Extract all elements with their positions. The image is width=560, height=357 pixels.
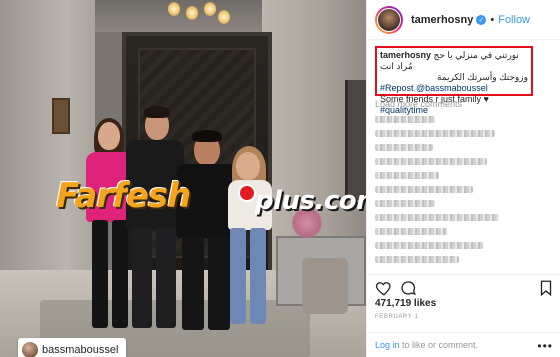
tagged-user-chip[interactable]: bassmaboussel xyxy=(18,338,127,357)
verified-badge-icon: ✓ xyxy=(476,14,487,25)
wall-mirror xyxy=(345,80,366,200)
chandelier-light xyxy=(204,2,216,16)
chandelier-light xyxy=(186,6,198,20)
chandelier-light xyxy=(218,10,230,24)
comment-icon[interactable] xyxy=(399,279,417,297)
load-more-comments[interactable]: Load more comments xyxy=(375,99,462,109)
caption-repost-tag[interactable]: #Repost @bassmaboussel xyxy=(380,83,528,94)
username-link[interactable]: tamerhosny xyxy=(411,14,473,26)
login-footer: Log in to like or comment. ••• xyxy=(367,332,560,357)
watermark-logo-icon xyxy=(238,184,256,202)
chair xyxy=(302,258,348,314)
like-count[interactable]: 471,719 likes xyxy=(375,298,436,309)
post-date[interactable]: FEBRUARY 1 xyxy=(375,314,418,320)
watermark-plus: plus.com xyxy=(255,186,366,216)
heart-like-icon[interactable] xyxy=(375,279,393,297)
login-link[interactable]: Log in xyxy=(375,340,400,350)
caption-username[interactable]: tamerhosny xyxy=(380,50,431,60)
more-options-icon[interactable]: ••• xyxy=(537,339,553,353)
bookmark-icon[interactable] xyxy=(537,279,555,297)
follow-button[interactable]: Follow xyxy=(498,14,530,26)
tagged-user-name: bassmaboussel xyxy=(42,344,119,356)
tagged-user-avatar xyxy=(22,342,38,357)
separator-dot: • xyxy=(490,13,495,26)
caption-highlight-box: tamerhosny نورتني في منزلي يا حج مُراد ا… xyxy=(375,46,533,115)
chandelier-light xyxy=(168,2,180,16)
wall-art xyxy=(52,98,70,134)
caption-arabic-line2: وزوجتك وأسرتك الكريمة xyxy=(436,72,528,82)
post-photo[interactable]: Farfesh plus.com bassmaboussel xyxy=(0,0,366,357)
login-footer-text: to like or comment. xyxy=(399,340,479,350)
heart-icon: ♥ xyxy=(483,94,489,104)
watermark-farfesh: Farfesh xyxy=(56,176,191,216)
avatar[interactable] xyxy=(375,5,403,34)
post-header: tamerhosny ✓ • Follow xyxy=(367,0,560,40)
post-side-panel: tamerhosny ✓ • Follow tamerhosny نورتني … xyxy=(366,0,560,357)
